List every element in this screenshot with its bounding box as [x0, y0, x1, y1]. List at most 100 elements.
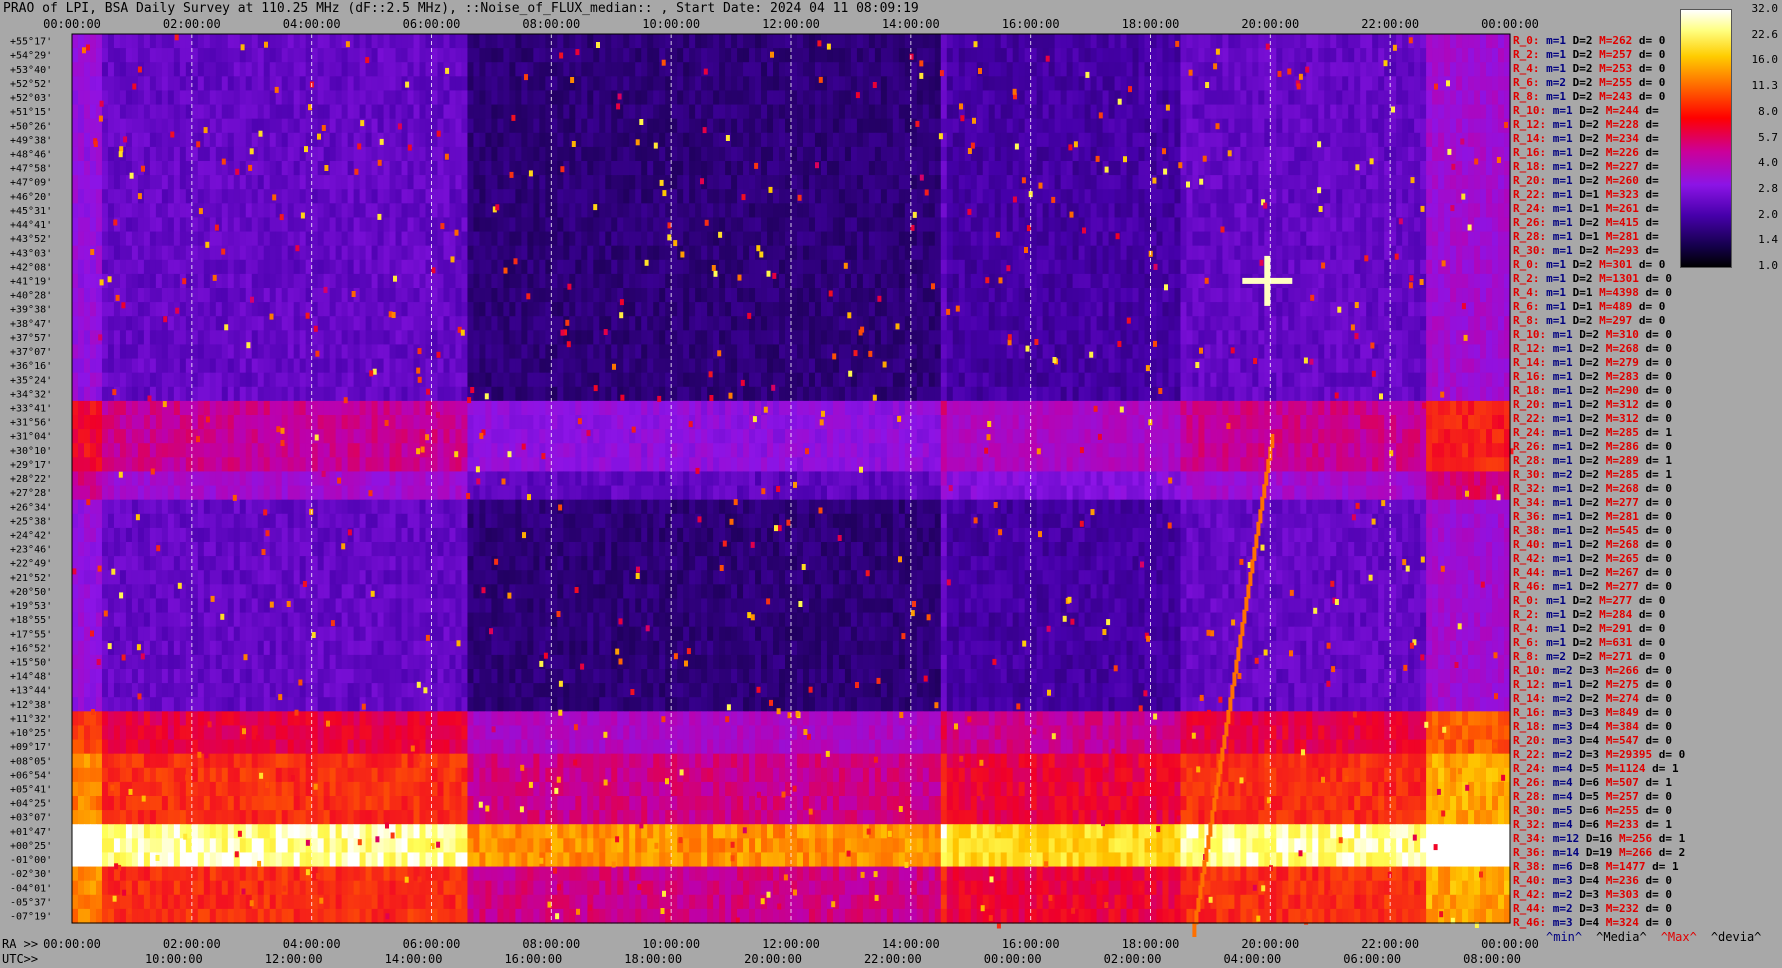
- heatmap-cell: [197, 118, 205, 134]
- heatmap-cell: [701, 259, 708, 275]
- heatmap-cell: [101, 259, 109, 275]
- heatmap-cell: [209, 146, 217, 162]
- heatmap-cell: [1030, 288, 1038, 303]
- heatmap-cell: [563, 259, 570, 275]
- heatmap-cell: [389, 161, 397, 176]
- heatmap-cell: [802, 90, 810, 106]
- heatmap-cell: [1396, 90, 1403, 106]
- heatmap-cell: [173, 273, 181, 289]
- heatmap-cell: [335, 316, 343, 331]
- heatmap-cell: [1378, 132, 1385, 148]
- heatmap-cell: [167, 217, 175, 233]
- heatmap-cell: [1066, 288, 1074, 303]
- heatmap-cell: [635, 161, 642, 176]
- heatmap-cell: [72, 161, 79, 176]
- heatmap-cell: [1186, 90, 1194, 106]
- heatmap-cell: [623, 203, 630, 219]
- heatmap-cell: [677, 316, 684, 331]
- heatmap-cell: [467, 288, 475, 303]
- heatmap-cell: [467, 90, 475, 106]
- heatmap-cell: [347, 90, 355, 106]
- heatmap-cell: [892, 302, 900, 317]
- heatmap-cell: [551, 273, 558, 289]
- heatmap-cell: [874, 189, 882, 204]
- heatmap-cell: [167, 273, 175, 289]
- heatmap-cell: [767, 203, 774, 219]
- heatmap-cell: [647, 302, 654, 317]
- heatmap-cell: [521, 175, 528, 190]
- heatmap-cell: [976, 146, 984, 162]
- heatmap-cell: [419, 273, 427, 289]
- heatmap-cell: [257, 217, 265, 233]
- heatmap-cell: [1234, 189, 1241, 204]
- heatmap-cell: [695, 288, 702, 303]
- heatmap-cell: [1000, 90, 1008, 106]
- heatmap-cell: [341, 259, 349, 275]
- heatmap-cell: [922, 288, 930, 303]
- heatmap-cell: [707, 302, 714, 317]
- heatmap-cell: [461, 316, 469, 331]
- heatmap-cell: [1036, 259, 1044, 275]
- heatmap-cell: [1372, 245, 1379, 261]
- heatmap-cell: [1498, 245, 1505, 261]
- heatmap-cell: [131, 217, 139, 233]
- heatmap-cell: [1084, 146, 1092, 162]
- heatmap-cell: [215, 302, 223, 317]
- heatmap-cell: [599, 48, 606, 63]
- heatmap-cell: [713, 316, 720, 331]
- heatmap-cell: [725, 34, 732, 49]
- heatmap-cell: [575, 104, 582, 120]
- heatmap-cell: [72, 217, 79, 233]
- heatmap-cell: [479, 288, 487, 303]
- heatmap-cell: [1324, 62, 1331, 77]
- heatmap-cell: [761, 189, 768, 204]
- heatmap-cell: [1162, 245, 1170, 261]
- heatmap-cell: [653, 146, 660, 162]
- heatmap-cell: [671, 217, 678, 233]
- heatmap-cell: [1060, 161, 1068, 176]
- heatmap-cell: [155, 48, 163, 63]
- heatmap-cell: [167, 288, 175, 303]
- heatmap-cell: [1246, 245, 1253, 261]
- heatmap-cell: [994, 288, 1002, 303]
- heatmap-cell: [599, 189, 606, 204]
- heatmap-cell: [1198, 90, 1206, 106]
- heatmap-cell: [994, 189, 1002, 204]
- heatmap-cell: [1222, 118, 1229, 134]
- heatmap-cell: [371, 48, 379, 63]
- heatmap-cell: [563, 288, 570, 303]
- heatmap-cell: [599, 90, 606, 106]
- heatmap-cell: [239, 175, 247, 190]
- heatmap-cell: [1306, 90, 1313, 106]
- heatmap-cell: [251, 48, 259, 63]
- heatmap-cell: [161, 189, 169, 204]
- heatmap-cell: [1150, 118, 1158, 134]
- heatmap-cell: [868, 189, 876, 204]
- heatmap-cell: [671, 273, 678, 289]
- heatmap-cell: [269, 104, 277, 120]
- heatmap-cell: [1498, 273, 1505, 289]
- heatmap-cell: [994, 316, 1002, 331]
- heatmap-cell: [587, 104, 594, 120]
- heatmap-cell: [1246, 316, 1253, 331]
- heatmap-cell: [940, 316, 948, 331]
- heatmap-cell: [89, 259, 97, 275]
- heatmap-cell: [1222, 175, 1229, 190]
- heatmap-cell: [431, 62, 439, 77]
- heatmap-cell: [83, 146, 91, 162]
- heatmap-cell: [239, 189, 247, 204]
- heatmap-cell: [539, 48, 546, 63]
- heatmap-cell: [635, 302, 642, 317]
- heatmap-cell: [808, 118, 816, 134]
- heatmap-cell: [1474, 104, 1481, 120]
- heatmap-cell: [437, 76, 445, 92]
- heatmap-cell: [1048, 90, 1056, 106]
- heatmap-cell: [1258, 217, 1265, 233]
- heatmap-cell: [173, 146, 181, 162]
- heatmap-cell: [910, 76, 918, 92]
- heatmap-cell: [521, 203, 528, 219]
- heatmap-cell: [1216, 161, 1223, 176]
- heatmap-cell: [317, 316, 325, 331]
- heatmap-cell: [515, 62, 522, 77]
- heatmap-cell: [862, 146, 870, 162]
